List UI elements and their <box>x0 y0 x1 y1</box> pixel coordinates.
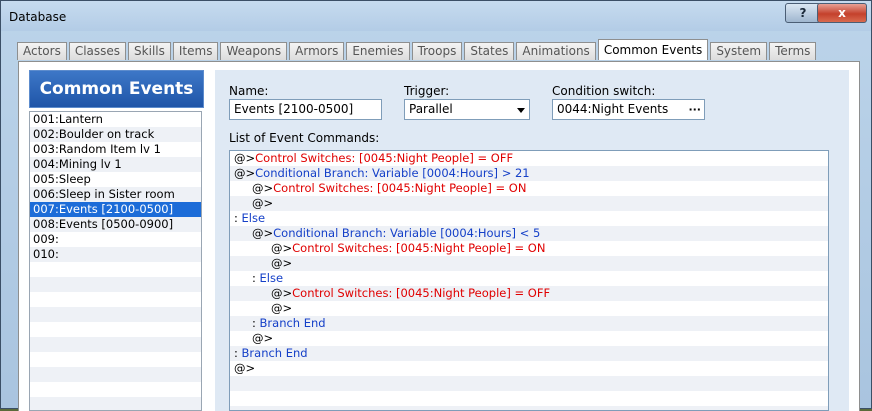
command-prefix: @> <box>252 226 274 240</box>
command-text: Else <box>241 211 266 225</box>
command-prefix: : <box>234 211 242 225</box>
event-command-row[interactable]: @> <box>230 361 828 376</box>
tab-armors[interactable]: Armors <box>289 42 345 60</box>
command-text: Branch End <box>241 346 308 360</box>
tab-skills[interactable]: Skills <box>128 42 171 60</box>
list-item[interactable]: 006:Sleep in Sister room <box>30 187 201 202</box>
command-prefix: @> <box>271 256 293 270</box>
command-prefix: @> <box>271 301 293 315</box>
event-command-row[interactable]: @> <box>230 196 828 211</box>
tab-actors[interactable]: Actors <box>17 42 67 60</box>
event-command-row[interactable]: : Branch End <box>230 316 828 331</box>
tab-strip: Actors Classes Skills Items Weapons Armors Ene… <box>17 39 818 60</box>
name-label: Name: <box>229 84 269 98</box>
chevron-down-icon <box>517 108 525 113</box>
command-prefix: @> <box>252 196 274 210</box>
list-item[interactable] <box>30 292 201 307</box>
command-prefix: @> <box>234 166 256 180</box>
event-command-row[interactable] <box>230 376 828 391</box>
database-window: Database ? x Actors Classes Skills Items Wea… <box>0 0 872 411</box>
tab-classes[interactable]: Classes <box>68 42 127 60</box>
list-item[interactable]: 003:Random Item lv 1 <box>30 142 201 157</box>
list-item[interactable] <box>30 307 201 322</box>
event-command-row[interactable] <box>230 391 828 406</box>
list-item[interactable] <box>30 382 201 397</box>
list-item[interactable]: 001:Lantern <box>30 112 201 127</box>
event-command-row[interactable]: : Else <box>230 211 828 226</box>
event-command-row[interactable]: @> <box>230 301 828 316</box>
command-prefix: @> <box>252 331 274 345</box>
command-prefix: @> <box>271 286 293 300</box>
list-item[interactable]: 004:Mining lv 1 <box>30 157 201 172</box>
command-prefix: : <box>252 271 260 285</box>
event-command-row[interactable]: : Branch End <box>230 346 828 361</box>
tab-enemies[interactable]: Enemies <box>346 42 410 60</box>
help-button[interactable]: ? <box>785 3 821 23</box>
event-command-row[interactable]: @>Control Switches: [0045:Night People] … <box>230 151 828 166</box>
condition-switch-label: Condition switch: <box>552 84 656 98</box>
common-event-list[interactable]: 001:Lantern 002:Boulder on track 003:Rando… <box>29 111 202 411</box>
condition-switch-value: 0044:Night Events <box>557 102 669 116</box>
close-button[interactable]: x <box>817 3 867 23</box>
tab-troops[interactable]: Troops <box>411 42 463 60</box>
window-title: Database <box>9 10 67 24</box>
list-item[interactable] <box>30 322 201 337</box>
tab-states[interactable]: States <box>464 42 515 60</box>
event-command-row[interactable]: : Else <box>230 271 828 286</box>
command-prefix: @> <box>271 241 293 255</box>
command-text: Control Switches: [0045:Night People] = … <box>273 181 527 195</box>
command-prefix: : <box>234 346 242 360</box>
common-events-header: Common Events <box>29 70 204 108</box>
tab-system[interactable]: System <box>710 42 768 60</box>
command-prefix: : <box>252 316 260 330</box>
tab-items[interactable]: Items <box>172 42 219 60</box>
event-command-row[interactable]: @>Control Switches: [0045:Night People] … <box>230 181 828 196</box>
command-text: Branch End <box>259 316 326 330</box>
command-text: Control Switches: [0045:Night People] = … <box>292 241 546 255</box>
list-item[interactable]: 005:Sleep <box>30 172 201 187</box>
tab-terms[interactable]: Terms <box>769 42 817 60</box>
tab-common-events[interactable]: Common Events <box>597 39 709 60</box>
list-item[interactable] <box>30 262 201 277</box>
command-text: Control Switches: [0045:Night People] = … <box>292 286 551 300</box>
title-bar[interactable]: Database ? x <box>1 1 871 31</box>
command-prefix: @> <box>234 361 256 375</box>
list-item[interactable] <box>30 367 201 382</box>
event-command-row[interactable]: @>Conditional Branch: Variable [0004:Hou… <box>230 226 828 241</box>
list-item[interactable]: 007:Events [2100-0500] <box>30 202 201 217</box>
trigger-label: Trigger: <box>404 84 450 98</box>
event-command-row[interactable]: @>Conditional Branch: Variable [0004:Hou… <box>230 166 828 181</box>
list-item[interactable] <box>30 337 201 352</box>
commands-label: List of Event Commands: <box>229 131 380 145</box>
list-item[interactable]: 009: <box>30 232 201 247</box>
command-text: Conditional Branch: Variable [0004:Hours… <box>273 226 541 240</box>
condition-switch-field[interactable]: 0044:Night Events ··· <box>552 99 705 120</box>
command-text: Else <box>259 271 284 285</box>
event-detail-panel: Name: Events [2100-0500] Trigger: Parall… <box>215 70 849 411</box>
tab-content: Common Events 001:Lantern 002:Boulder on … <box>18 61 860 411</box>
list-item[interactable] <box>30 352 201 367</box>
event-command-row[interactable]: @>Control Switches: [0045:Night People] … <box>230 286 828 301</box>
trigger-value: Parallel <box>409 102 453 116</box>
list-item[interactable] <box>30 277 201 292</box>
trigger-select[interactable]: Parallel <box>404 99 530 120</box>
command-prefix: @> <box>252 181 274 195</box>
command-text: Conditional Branch: Variable [0004:Hours… <box>255 166 530 180</box>
event-commands-list[interactable]: @>Control Switches: [0045:Night People] … <box>229 150 829 411</box>
condition-switch-browse-button[interactable]: ··· <box>688 100 701 119</box>
command-text: Control Switches: [0045:Night People] = … <box>255 151 514 165</box>
command-prefix: @> <box>234 151 256 165</box>
event-command-row[interactable]: @> <box>230 331 828 346</box>
name-input[interactable]: Events [2100-0500] <box>229 99 382 120</box>
list-item[interactable]: 008:Events [0500-0900] <box>30 217 201 232</box>
tab-animations[interactable]: Animations <box>516 42 596 60</box>
list-item[interactable]: 002:Boulder on track <box>30 127 201 142</box>
event-command-row[interactable]: @> <box>230 256 828 271</box>
list-item[interactable]: 010: <box>30 247 201 262</box>
tab-weapons[interactable]: Weapons <box>220 42 288 60</box>
event-command-row[interactable]: @>Control Switches: [0045:Night People] … <box>230 241 828 256</box>
